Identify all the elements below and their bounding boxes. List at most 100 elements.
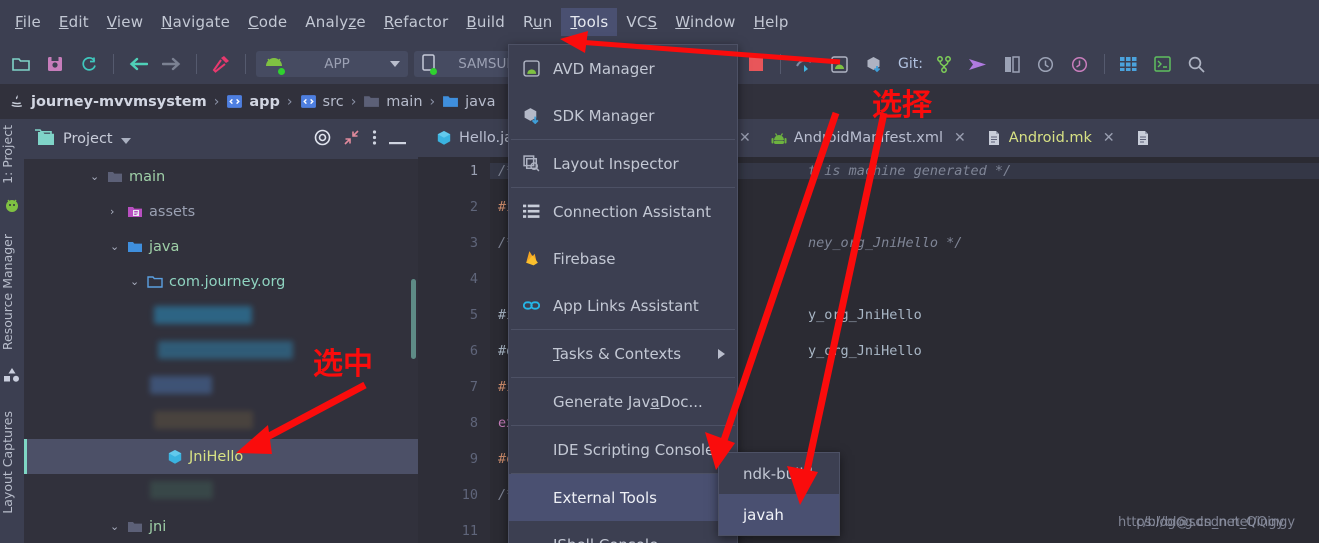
chevron-down-icon[interactable] [120,137,131,144]
menu-item-ide-scripting-console[interactable]: IDE Scripting Console [509,426,737,473]
line-number: 4 [469,271,478,287]
folder-gray-icon [107,169,123,185]
breadcrumb-item-app[interactable]: app [226,93,280,110]
collapse-all-icon[interactable] [343,129,360,150]
sdk-manager-icon[interactable] [860,51,886,77]
menu-edit[interactable]: Edit [50,8,98,36]
terminal-icon[interactable] [1150,51,1176,77]
menu-tools[interactable]: Tools [561,8,618,36]
menu-item-external-tools[interactable]: External Tools [509,474,737,521]
tree-node[interactable]: ⌄ main [24,159,418,194]
menu-navigate[interactable]: Navigate [152,8,239,36]
menu-analyze[interactable]: Analyze [296,8,375,36]
sidebar-item-resource-manager[interactable]: Resource Manager [0,234,24,350]
menu-build[interactable]: Build [457,8,514,36]
app-links-icon [521,297,541,314]
editor-tab-android-mk[interactable]: Android.mk ✕ [976,119,1125,157]
submenu-item-ndk-build[interactable]: ndk-build [719,453,839,494]
run-config-label: APP [324,56,350,72]
branch-icon[interactable] [931,51,957,77]
menu-code[interactable]: Code [239,8,296,36]
tree-node[interactable] [24,299,418,334]
breadcrumb-item-main[interactable]: main [363,93,423,110]
run-configuration-selector[interactable]: APP [256,51,408,77]
close-icon[interactable]: ✕ [954,130,966,146]
menu-item-layout-inspector[interactable]: Layout Inspector [509,140,737,187]
menu-item-firebase[interactable]: Firebase [509,235,737,282]
sdk-manager-icon [523,107,540,124]
breadcrumb-item-journey-mvvmsystem[interactable]: journey-mvvmsystem [8,93,207,110]
menu-item-tasks-contexts[interactable]: Tasks & Contexts [509,330,737,377]
layout-grid-icon[interactable] [1116,51,1142,77]
resource-manager-icon [4,367,20,386]
menu-item-jshell-console[interactable]: JShell Console... [509,521,737,543]
editor-tab-androidmanifest-xml[interactable]: AndroidManifest.xml ✕ [761,119,976,157]
chevron-down-icon[interactable]: ⌄ [110,520,121,533]
menu-item-connection-assistant[interactable]: Connection Assistant [509,188,737,235]
tree-node[interactable] [24,404,418,439]
sync-icon[interactable] [76,51,102,77]
compare-icon[interactable] [999,51,1025,77]
editor-tab-overflow[interactable] [1125,119,1161,157]
menu-item-app-links-assistant[interactable]: App Links Assistant [509,282,737,329]
menu-window[interactable]: Window [666,8,744,36]
menu-refactor[interactable]: Refactor [375,8,458,36]
menu-item-sdk-manager[interactable]: SDK Manager [509,92,737,139]
close-icon[interactable]: ✕ [739,130,751,146]
project-panel: Project ⌄ main › assets ⌄ java ⌄ com.journey.or… [24,119,418,543]
tree-node-selected[interactable]: JniHello [24,439,418,474]
more-options-icon[interactable] [372,129,377,150]
menu-help[interactable]: Help [745,8,798,36]
chevron-down-icon[interactable]: ⌄ [130,275,141,288]
close-icon[interactable]: ✕ [1103,130,1115,146]
menu-vcs[interactable]: VCS [617,8,666,36]
breadcrumb-item-java[interactable]: java [442,93,496,110]
submenu-arrow-icon [718,348,725,359]
code-line-fragment: y_org_JniHello [808,307,922,323]
save-icon[interactable] [42,51,68,77]
line-number: 11 [461,523,478,539]
open-folder-icon[interactable] [8,51,34,77]
history-icon[interactable] [1033,51,1059,77]
back-arrow-icon[interactable] [125,51,151,77]
external-tools-submenu[interactable]: ndk-build javah [718,452,840,536]
tools-menu[interactable]: AVD Manager SDK Manager Layout Inspector Co… [508,44,738,543]
editor-tab-label: AndroidManifest.xml [793,130,943,146]
menu-run[interactable]: Run [514,8,561,36]
tree-node[interactable] [24,474,418,509]
breadcrumb-label: src [322,93,344,110]
sidebar-item-layout-captures[interactable]: Layout Captures [0,411,24,514]
editor-tab-label: Android.mk [1008,130,1092,146]
target-locate-icon[interactable] [314,129,331,150]
breadcrumb-item-src[interactable]: src [300,93,344,110]
tree-node[interactable]: ⌄ java [24,229,418,264]
tree-node[interactable]: ⌄ com.journey.org [24,264,418,299]
tree-node[interactable]: › assets [24,194,418,229]
avd-manager-icon[interactable] [826,51,852,77]
menu-item-avd-manager[interactable]: AVD Manager [509,45,737,92]
menu-view[interactable]: View [98,8,152,36]
firebase-icon [521,250,541,267]
menu-file[interactable]: File [6,8,50,36]
tree-node[interactable]: ⌄ jni [24,509,418,543]
menu-item-label: App Links Assistant [553,296,699,315]
chevron-right-icon[interactable]: › [110,205,121,218]
chevron-down-icon[interactable] [390,61,400,67]
chevron-down-icon[interactable]: ⌄ [90,170,101,183]
hide-panel-icon[interactable] [389,130,406,149]
forward-arrow-icon[interactable] [159,51,185,77]
menu-item-generate-javadoc[interactable]: Generate JavaDoc... [509,378,737,425]
sync-gradle-icon[interactable] [792,51,818,77]
chevron-down-icon[interactable]: ⌄ [110,240,121,253]
stop-icon[interactable] [743,51,769,77]
tree-node-label: assets [149,203,196,220]
sidebar-item-project[interactable]: 1: Project [0,125,24,184]
build-hammer-icon[interactable] [208,51,234,77]
push-icon[interactable] [965,51,991,77]
rollback-icon[interactable] [1067,51,1093,77]
breadcrumb-separator: › [286,93,293,110]
annotation-select-tools: 选择 [872,88,932,123]
submenu-item-javah[interactable]: javah [719,494,839,535]
line-number: 9 [469,451,478,467]
search-icon[interactable] [1184,51,1210,77]
